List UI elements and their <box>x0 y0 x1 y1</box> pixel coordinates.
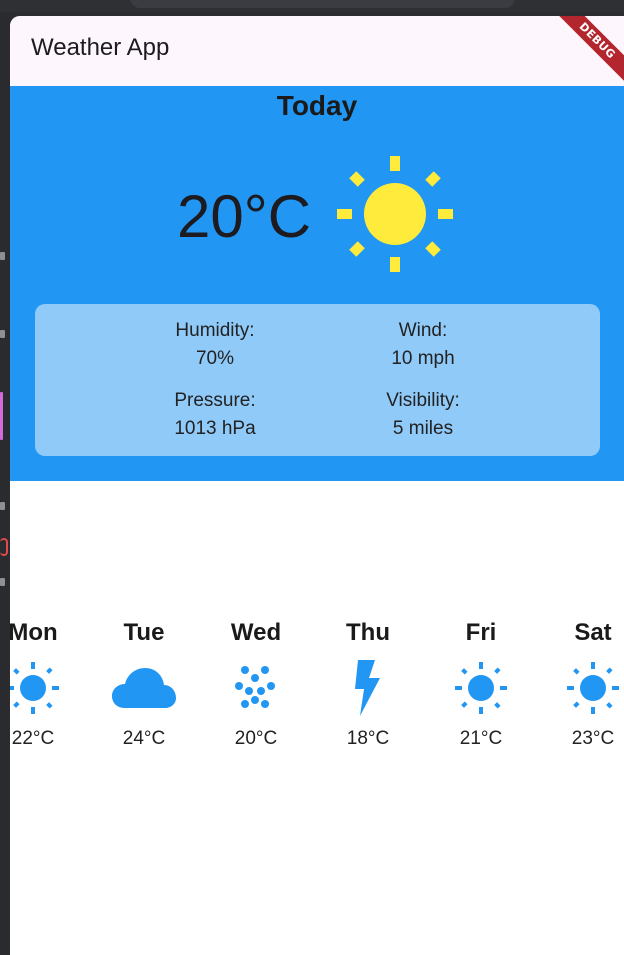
sun-icon <box>10 662 59 714</box>
wind-label: Wind: <box>398 320 448 341</box>
today-panel: Today 20°C Humidity: 70% Wind: 10 mph Pr… <box>10 86 624 481</box>
visibility-value: 5 miles <box>392 418 454 439</box>
forecast-day-sat[interactable]: Sat 23°C <box>537 616 624 750</box>
app-window: Weather App DEBUG Today 20°C Humidity: 7… <box>10 16 624 955</box>
today-heading: Today <box>276 90 358 121</box>
forecast-day-mon[interactable]: Mon 22°C <box>10 616 89 750</box>
humidity-label: Humidity: <box>175 320 255 341</box>
host-panel-mark <box>0 538 8 556</box>
forecast-list[interactable]: Mon 22°C Tue 24°C Wed 20°C Thu 18°C Fri … <box>10 616 624 816</box>
forecast-day-name: Wed <box>230 619 282 646</box>
forecast-day-fri[interactable]: Fri 21°C <box>425 616 537 750</box>
host-address-bar <box>130 0 515 8</box>
thunder-icon <box>355 660 380 716</box>
visibility-label: Visibility: <box>386 390 460 411</box>
pressure-detail: Pressure: 1013 hPa <box>125 390 305 440</box>
pressure-value: 1013 hPa <box>174 418 256 439</box>
forecast-day-name: Tue <box>123 619 165 646</box>
forecast-day-thu[interactable]: Thu 18°C <box>312 616 424 750</box>
visibility-detail: Visibility: 5 miles <box>333 390 513 440</box>
app-title: Weather App <box>31 34 170 61</box>
host-panel-mark <box>0 502 5 510</box>
forecast-day-wed[interactable]: Wed 20°C <box>200 616 312 750</box>
pressure-label: Pressure: <box>174 390 256 411</box>
forecast-day-name: Mon <box>10 619 58 646</box>
host-side-panel <box>0 12 9 955</box>
humidity-detail: Humidity: 70% <box>125 320 305 370</box>
forecast-temperature: 18°C <box>346 728 390 749</box>
sun-icon <box>567 662 619 714</box>
forecast-day-tue[interactable]: Tue 24°C <box>88 616 200 750</box>
wind-detail: Wind: 10 mph <box>333 320 513 370</box>
sun-icon <box>455 662 507 714</box>
cloud-icon <box>112 668 176 708</box>
forecast-temperature: 23°C <box>571 728 615 749</box>
today-temperature: 20°C <box>177 183 312 250</box>
forecast-day-name: Thu <box>346 619 390 646</box>
rain-icon <box>235 666 275 708</box>
humidity-value: 70% <box>195 348 235 369</box>
host-panel-mark <box>0 252 5 260</box>
host-panel-mark <box>0 392 3 440</box>
weather-details-card: Humidity: 70% Wind: 10 mph Pressure: 101… <box>35 304 600 456</box>
forecast-temperature: 24°C <box>122 728 166 749</box>
wind-value: 10 mph <box>391 348 455 369</box>
host-window-topbar <box>0 0 624 12</box>
host-panel-mark <box>0 330 5 338</box>
forecast-temperature: 20°C <box>234 728 278 749</box>
app-bar: Weather App DEBUG <box>10 16 624 94</box>
forecast-temperature: 21°C <box>459 728 503 749</box>
forecast-day-name: Sat <box>574 619 612 646</box>
forecast-temperature: 22°C <box>11 728 55 749</box>
debug-banner: DEBUG <box>544 16 624 94</box>
host-panel-mark <box>0 578 5 586</box>
sun-icon <box>337 156 453 272</box>
forecast-day-name: Fri <box>465 619 497 646</box>
